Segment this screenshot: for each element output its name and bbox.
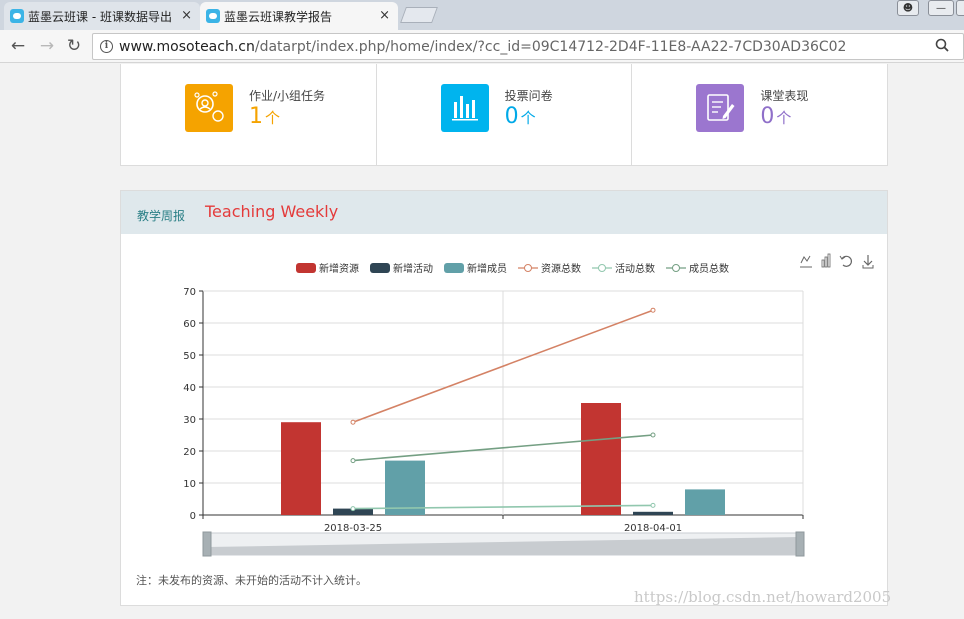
browser-tab-teaching-report[interactable]: 蓝墨云班课教学报告 × — [200, 2, 398, 30]
y-tick-label: 40 — [183, 383, 196, 394]
maximize-icon[interactable] — [956, 0, 964, 16]
bar-chart-icon-bar — [827, 253, 831, 268]
line-point — [650, 502, 656, 508]
y-tick-label: 0 — [190, 511, 196, 522]
bar-新增活动 — [633, 511, 673, 515]
line-chart-icon — [800, 255, 812, 268]
chart-toolbox — [800, 253, 874, 269]
legend-label: 新增活动 — [393, 262, 433, 275]
legend-marker — [672, 264, 680, 272]
url-host: www.mosoteach.cn — [119, 39, 255, 55]
legend-label: 资源总数 — [541, 262, 581, 275]
bar-chart-icon-bar — [821, 259, 825, 268]
legend-label: 活动总数 — [615, 262, 655, 275]
legend-swatch — [296, 263, 316, 273]
y-tick-label: 60 — [183, 319, 196, 330]
browser-tab-data-export[interactable]: 蓝墨云班课 - 班课数据导出 × — [4, 2, 200, 30]
data-zoom-slider[interactable] — [202, 531, 805, 557]
chart-footnote: 注：未发布的资源、未开始的活动不计入统计。 — [136, 574, 367, 587]
browser-tab-bar: 蓝墨云班课 - 班课数据导出 × 蓝墨云班课教学报告 × ☻ — — [0, 0, 964, 30]
bar-chart-icon-bar — [824, 256, 828, 268]
line-chart-icon-path — [800, 255, 811, 264]
x-tick-label: 2018-03-25 — [324, 523, 382, 534]
y-tick-label: 20 — [183, 447, 196, 458]
chart-legend: 新增资源 新增活动 新增成员 资源总数 活动总数 成员总数 — [296, 262, 729, 275]
legend-swatch — [444, 263, 464, 273]
legend-marker — [524, 264, 532, 272]
line-point — [350, 458, 356, 464]
tab-title: 蓝墨云班课 - 班课数据导出 — [28, 9, 172, 24]
line-point — [650, 307, 656, 313]
mosoteach-favicon — [10, 9, 24, 23]
legend-swatch — [370, 263, 390, 273]
user-profile-icon[interactable]: ☻ — [897, 0, 919, 16]
legend-label: 新增资源 — [319, 262, 359, 275]
mosoteach-favicon — [206, 9, 220, 23]
y-tick-label: 30 — [183, 415, 196, 426]
zoom-magnifier-icon[interactable] — [935, 38, 949, 58]
bar-chart-icon — [821, 253, 831, 268]
url-path: /datarpt/index.php/home/index/?cc_id=09C… — [254, 39, 847, 55]
bar-新增成员 — [385, 460, 425, 515]
bar-新增成员 — [685, 489, 725, 515]
line-point — [650, 432, 656, 438]
site-info-icon[interactable]: i — [100, 40, 113, 53]
tab-title: 蓝墨云班课教学报告 — [224, 9, 333, 24]
close-tab-icon[interactable]: × — [379, 8, 390, 23]
zoom-right-handle — [795, 531, 805, 557]
address-bar[interactable]: i www.mosoteach.cn/datarpt/index.php/hom… — [92, 33, 964, 60]
y-tick-label: 50 — [183, 351, 196, 362]
line-point — [350, 419, 356, 425]
close-tab-icon[interactable]: × — [181, 8, 192, 23]
new-tab-button[interactable] — [400, 7, 438, 23]
download-icon — [862, 255, 874, 269]
url-text: www.mosoteach.cn/datarpt/index.php/home/… — [119, 39, 846, 55]
zoom-left-handle — [202, 531, 212, 557]
y-tick-label: 10 — [183, 479, 196, 490]
x-tick-label: 2018-04-01 — [624, 523, 682, 534]
browser-toolbar: ← → ↻ i www.mosoteach.cn/datarpt/index.p… — [0, 30, 964, 63]
restore-icon — [839, 255, 852, 267]
legend-marker — [598, 264, 606, 272]
forward-arrow-icon[interactable]: → — [37, 36, 57, 56]
back-arrow-icon[interactable]: ← — [8, 36, 28, 56]
minimize-icon[interactable]: — — [928, 0, 954, 16]
y-tick-label: 70 — [183, 287, 196, 298]
weekly-chart: 0 10 20 30 40 50 60 70 2018-03-25 2018-04-01 新增资源… — [183, 253, 874, 557]
page-content: 作业/小组任务 1个 投票问卷 0个 课堂表现 0 个 教学周报 Teachin… — [0, 64, 964, 619]
legend-label: 成员总数 — [689, 262, 729, 275]
csdn-watermark: https://blog.csdn.net/howard2005 — [634, 588, 892, 606]
reload-icon[interactable]: ↻ — [64, 36, 84, 56]
line-point — [350, 506, 356, 512]
legend-label: 新增成员 — [467, 262, 507, 275]
bar-新增资源 — [581, 403, 621, 515]
bar-新增资源 — [281, 422, 321, 515]
